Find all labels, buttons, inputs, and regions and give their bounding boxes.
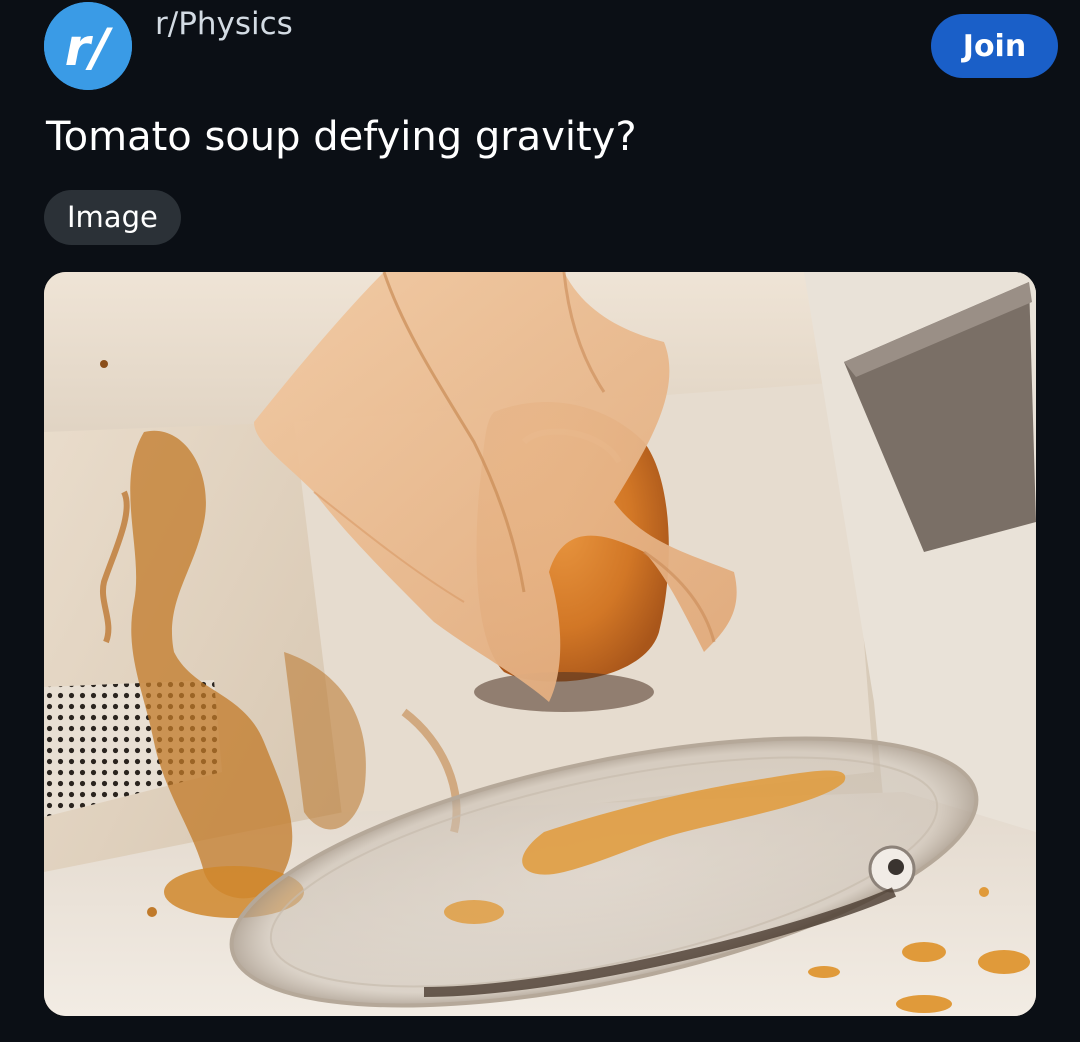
subreddit-avatar[interactable]: r/ [44, 2, 132, 90]
post-image[interactable] [44, 272, 1036, 1016]
post-flair[interactable]: Image [44, 190, 181, 245]
join-button[interactable]: Join [931, 14, 1058, 78]
subreddit-name[interactable]: r/Physics [155, 6, 293, 42]
post-title[interactable]: Tomato soup defying gravity? [46, 114, 637, 160]
microwave-photo [44, 272, 1036, 1016]
feed-divider [0, 1024, 1080, 1042]
reddit-post: r/ r/Physics Join Tomato soup defying gr… [0, 0, 1080, 1042]
subreddit-logo-icon: r/ [44, 2, 132, 90]
svg-text:r/: r/ [65, 18, 114, 78]
